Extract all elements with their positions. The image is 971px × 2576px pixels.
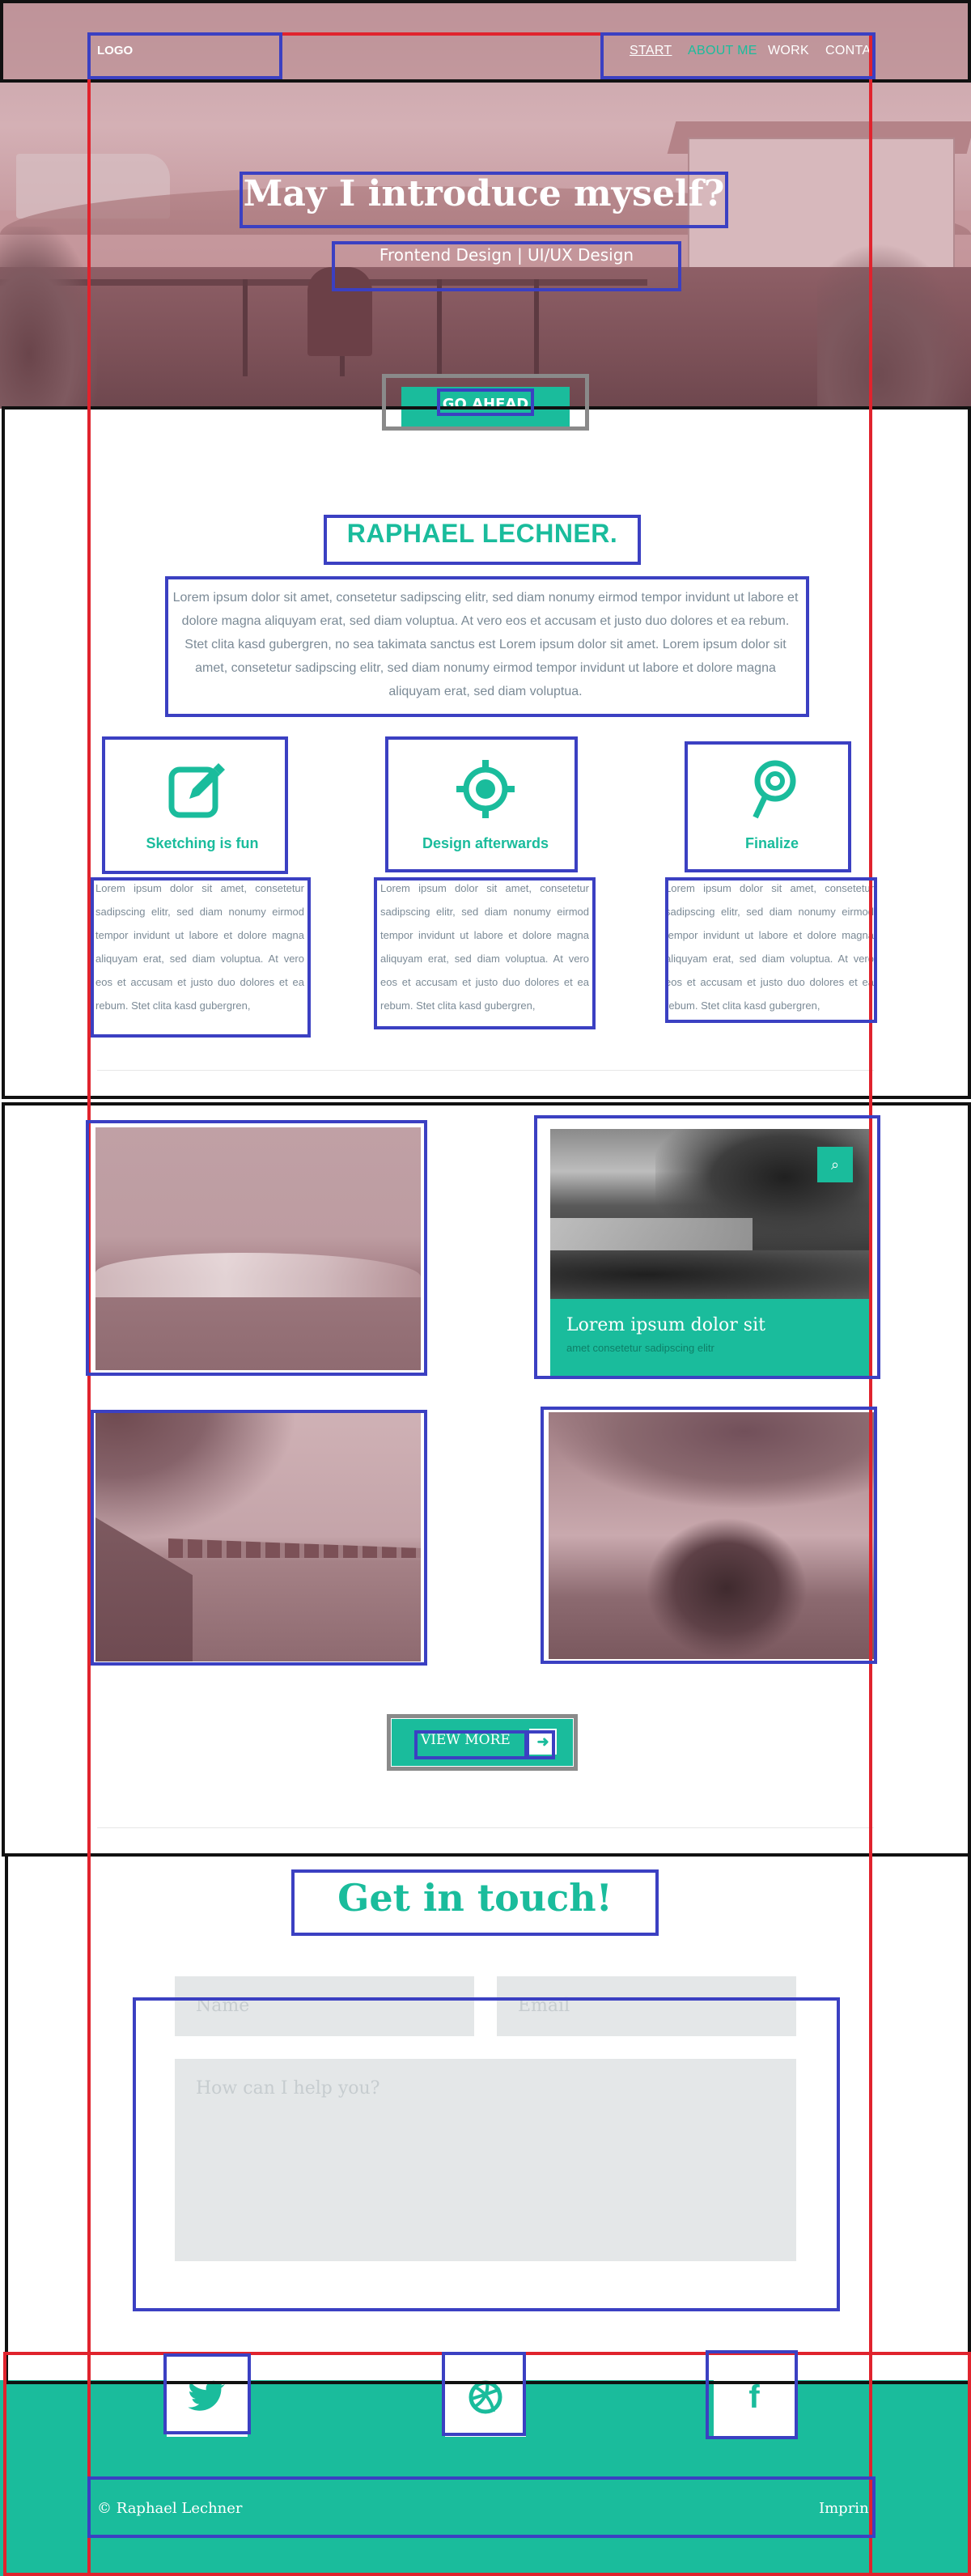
imprint-link[interactable]: Imprint (819, 2500, 872, 2517)
logo[interactable]: LOGO (97, 44, 133, 57)
message-field[interactable]: How can I help you? (175, 2059, 796, 2261)
lollipop-icon (740, 757, 804, 821)
target-icon (453, 757, 518, 821)
name-field[interactable]: Name (175, 1976, 474, 2036)
featured-title: Lorem ipsum dolor sit (566, 1315, 765, 1335)
view-more-label: VIEW MORE (421, 1732, 511, 1748)
contact-title: Get in touch! (337, 1876, 613, 1920)
section-divider (97, 1070, 874, 1071)
facebook-icon[interactable]: f (714, 2357, 795, 2437)
edit-icon (165, 757, 230, 821)
section-divider (97, 1827, 874, 1828)
portfolio-tile[interactable] (95, 1127, 421, 1370)
feature-text: Lorem ipsum dolor sit amet, consetetur s… (665, 882, 874, 1012)
nav-contact[interactable]: CONTACT (825, 44, 871, 58)
portfolio-tile-featured[interactable]: ⌕ Lorem ipsum dolor sit amet consetetur … (550, 1129, 871, 1377)
arrow-right-icon: ➜ (529, 1729, 557, 1755)
dribbble-icon[interactable] (445, 2357, 526, 2437)
go-ahead-button[interactable]: GO AHEAD (401, 387, 570, 429)
search-icon[interactable]: ⌕ (817, 1147, 853, 1182)
feature-title: Finalize (744, 835, 799, 851)
hero-subtitle: Frontend Design | UI/UX Design (379, 245, 634, 265)
portfolio-tile[interactable] (549, 1412, 876, 1659)
feature-text: Lorem ipsum dolor sit amet, consetetur s… (380, 882, 589, 1012)
copyright: © Raphael Lechner (97, 2500, 243, 2517)
nav-about-me[interactable]: ABOUT ME (688, 44, 757, 58)
nav-work[interactable]: WORK (768, 44, 809, 58)
feature-title: Sketching is fun (146, 835, 259, 851)
view-more-button[interactable]: VIEW MORE ➜ (392, 1719, 573, 1766)
portfolio-tile[interactable] (95, 1412, 421, 1661)
hero-people-image (307, 267, 372, 356)
feature-title: Design afterwards (422, 835, 549, 851)
about-text: Lorem ipsum dolor sit amet, consetetur s… (172, 591, 799, 698)
top-nav (0, 0, 971, 79)
hero-title: May I introduce myself? (243, 173, 725, 214)
featured-subtitle: amet consetetur sadipscing elitr (566, 1342, 714, 1354)
nav-start[interactable]: START (630, 44, 672, 58)
hero-section: LOGO START ABOUT ME WORK CONTACT May I i… (0, 0, 971, 409)
about-name-heading: RAPHAEL LECHNER. (346, 519, 618, 548)
twitter-icon[interactable] (167, 2357, 248, 2437)
feature-text: Lorem ipsum dolor sit amet, consetetur s… (95, 882, 304, 1012)
email-field[interactable]: Email (497, 1976, 796, 2036)
